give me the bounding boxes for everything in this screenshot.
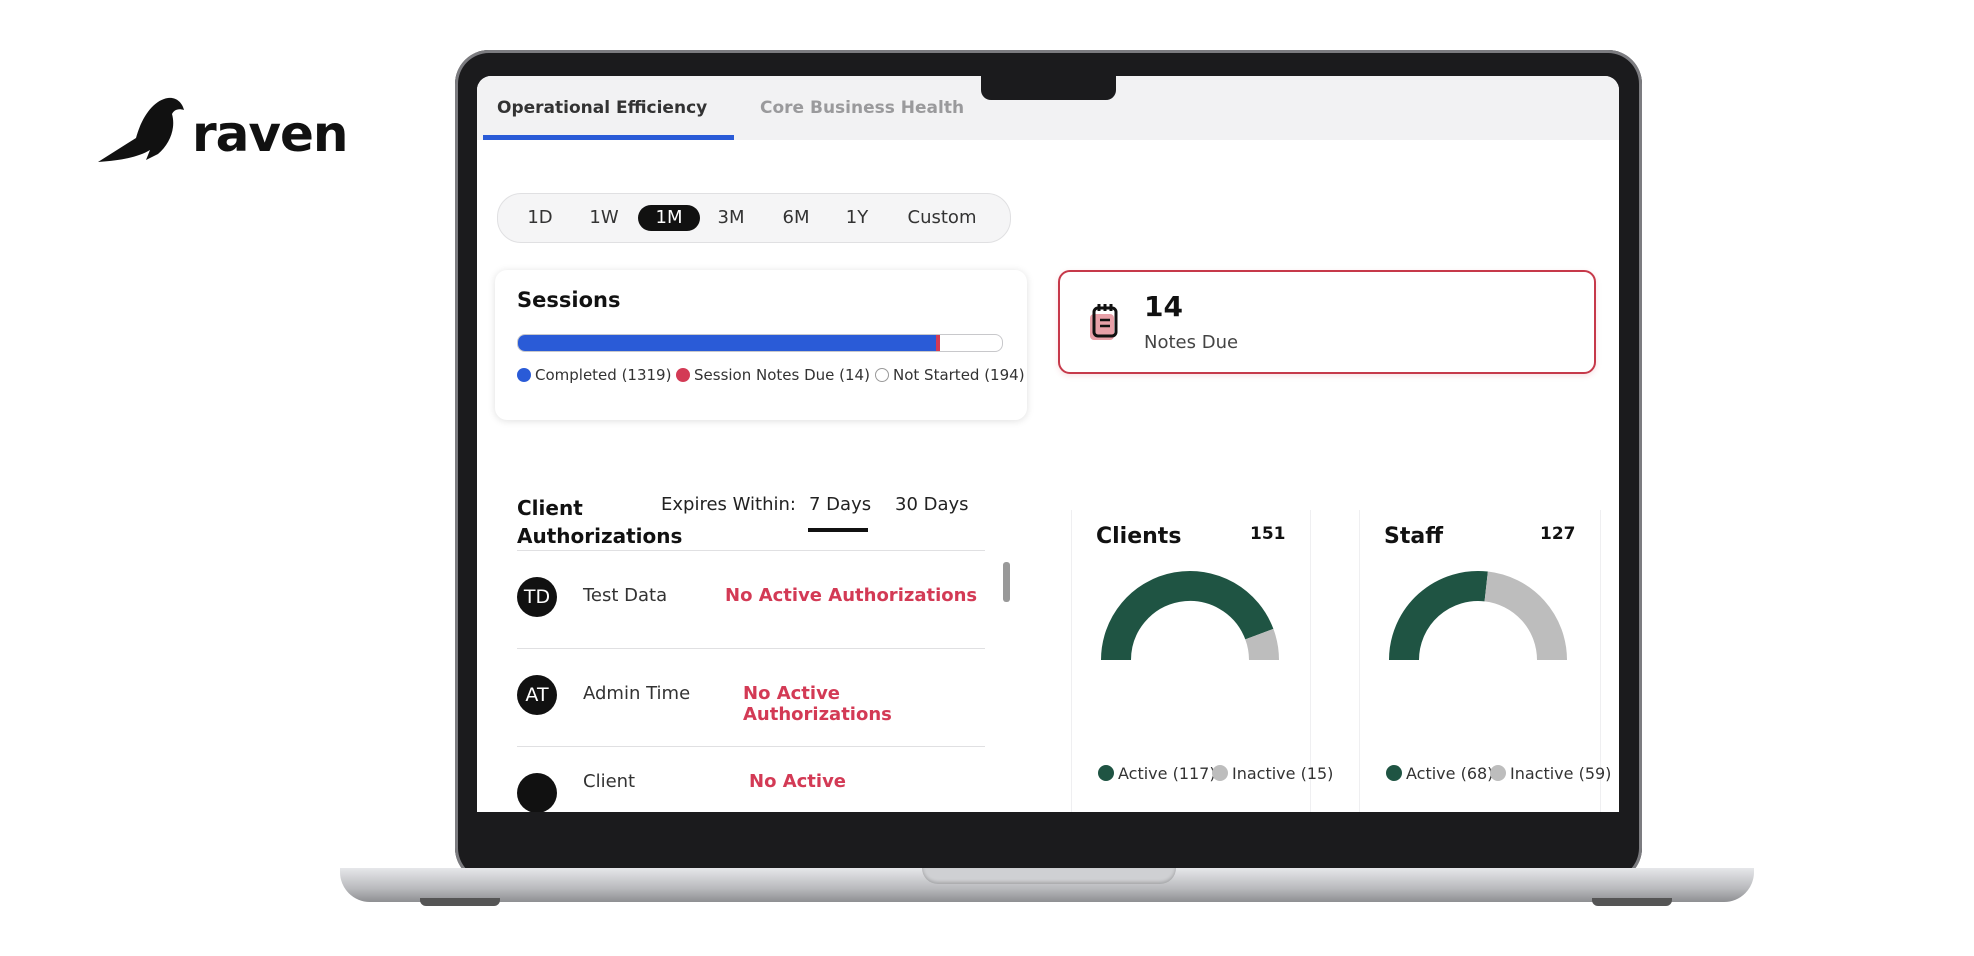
authorization-status: No Active bbox=[749, 771, 847, 792]
gauge-segment-inactive bbox=[1245, 628, 1279, 661]
clients-gauge-chart bbox=[1101, 571, 1279, 661]
staff-gauge-chart bbox=[1389, 571, 1567, 661]
legend-not-started-label: Not Started (194) bbox=[893, 366, 1025, 384]
client-name: Client bbox=[583, 771, 636, 792]
sessions-card: Sessions Completed (1319) Session Notes … bbox=[495, 270, 1027, 420]
staff-legend-inactive: Inactive (59) bbox=[1490, 764, 1611, 783]
legend-notes-due: Session Notes Due (14) bbox=[676, 366, 870, 384]
avatar: TD bbox=[517, 577, 557, 617]
range-3m[interactable]: 3M bbox=[710, 194, 752, 242]
clients-title: Clients bbox=[1096, 524, 1182, 549]
legend-dot-green bbox=[1098, 765, 1114, 781]
brand-name: raven bbox=[192, 105, 348, 163]
avatar bbox=[517, 773, 557, 812]
gauge-segment-active bbox=[1389, 571, 1488, 661]
camera-notch bbox=[981, 76, 1116, 100]
range-6m[interactable]: 6M bbox=[774, 194, 818, 242]
staff-inactive-label: Inactive (59) bbox=[1510, 764, 1612, 783]
staff-legend-active: Active (68) bbox=[1386, 764, 1493, 783]
legend-dot-blue bbox=[517, 368, 531, 382]
authorization-row[interactable]: Client No Active bbox=[517, 746, 985, 812]
raven-bird-icon bbox=[98, 97, 184, 162]
sessions-title: Sessions bbox=[517, 288, 621, 312]
avatar: AT bbox=[517, 675, 557, 715]
clients-legend-active: Active (117) bbox=[1098, 764, 1216, 783]
list-scrollbar[interactable] bbox=[1003, 562, 1010, 602]
brand-logo: raven bbox=[96, 94, 356, 174]
notes-due-label: Notes Due bbox=[1144, 332, 1239, 353]
clients-legend-inactive: Inactive (15) bbox=[1212, 764, 1333, 783]
legend-dot-gray bbox=[1490, 765, 1506, 781]
notes-due-count: 14 bbox=[1144, 290, 1183, 323]
authorizations-title-line1: Client bbox=[517, 496, 583, 520]
laptop-opening-notch bbox=[922, 868, 1176, 884]
expires-option-30-days[interactable]: 30 Days bbox=[895, 494, 969, 515]
clients-total: 151 bbox=[1250, 524, 1286, 544]
legend-dot-red bbox=[676, 368, 690, 382]
client-name: Test Data bbox=[583, 585, 668, 606]
authorizations-title-line2: Authorizations bbox=[517, 524, 683, 548]
expires-option-7-days[interactable]: 7 Days bbox=[809, 494, 871, 515]
authorizations-title: Client Authorizations bbox=[517, 494, 683, 550]
authorization-status: No Active Authorizations bbox=[725, 585, 978, 606]
authorization-status: No Active Authorizations bbox=[743, 683, 892, 725]
tab-operational-efficiency[interactable]: Operational Efficiency bbox=[497, 88, 707, 128]
authorization-row[interactable]: AT Admin Time No Active Authorizations bbox=[517, 648, 985, 746]
legend-dot-empty bbox=[875, 368, 889, 382]
clients-card[interactable]: Clients 151 Active (117) Inactive (15) bbox=[1071, 510, 1333, 812]
range-1d[interactable]: 1D bbox=[520, 194, 560, 242]
notepad-icon bbox=[1090, 304, 1118, 340]
staff-total: 127 bbox=[1540, 524, 1576, 544]
laptop-bezel bbox=[477, 812, 1619, 834]
legend-completed: Completed (1319) bbox=[517, 366, 671, 384]
range-1m[interactable]: 1M bbox=[638, 205, 700, 231]
legend-not-started: Not Started (194) bbox=[875, 366, 1025, 384]
active-tab-indicator bbox=[483, 135, 734, 140]
clients-inactive-label: Inactive (15) bbox=[1232, 764, 1334, 783]
range-1y[interactable]: 1Y bbox=[838, 194, 876, 242]
staff-card[interactable]: Staff 127 Active (68) Inactive (59) bbox=[1359, 510, 1611, 812]
expires-within-label: Expires Within: bbox=[661, 494, 796, 515]
expires-option-indicator bbox=[808, 528, 868, 532]
authorization-row[interactable]: TD Test Data No Active Authorizations bbox=[517, 550, 985, 648]
sessions-progress-bar bbox=[517, 334, 1003, 352]
laptop-foot bbox=[1592, 898, 1672, 906]
notes-due-card[interactable]: 14 Notes Due bbox=[1058, 270, 1596, 374]
bar-segment-completed bbox=[518, 335, 937, 351]
staff-active-label: Active (68) bbox=[1406, 764, 1494, 783]
time-range-selector: 1D 1W 1M 3M 6M 1Y Custom bbox=[497, 193, 1011, 243]
legend-completed-label: Completed (1319) bbox=[535, 366, 672, 384]
range-1w[interactable]: 1W bbox=[582, 194, 626, 242]
gauge-segment-inactive bbox=[1483, 571, 1567, 661]
client-authorizations-panel: Client Authorizations Expires Within: 7 … bbox=[495, 484, 1010, 812]
range-custom[interactable]: Custom bbox=[898, 194, 986, 242]
tab-core-business-health[interactable]: Core Business Health bbox=[760, 88, 964, 128]
gauge-segment-active bbox=[1101, 571, 1274, 661]
clients-active-label: Active (117) bbox=[1118, 764, 1216, 783]
laptop-foot bbox=[420, 898, 500, 906]
legend-notes-due-label: Session Notes Due (14) bbox=[694, 366, 870, 384]
bar-segment-notes-due bbox=[936, 335, 941, 351]
staff-title: Staff bbox=[1384, 524, 1444, 549]
legend-dot-green bbox=[1386, 765, 1402, 781]
app-screen: Operational Efficiency Core Business Hea… bbox=[477, 76, 1619, 812]
client-name: Admin Time bbox=[583, 683, 691, 704]
legend-dot-gray bbox=[1212, 765, 1228, 781]
